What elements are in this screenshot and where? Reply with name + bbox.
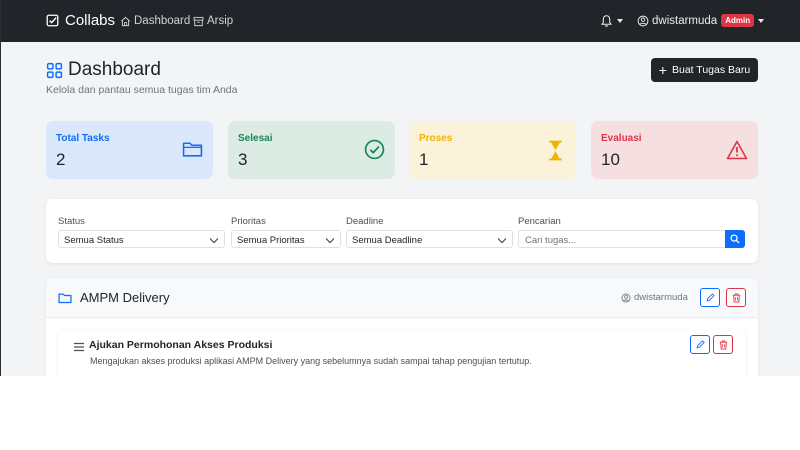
stat-label: Selesai (238, 133, 273, 144)
brand-name: Collabs (65, 12, 116, 29)
chevron-down-icon (209, 234, 219, 244)
nav-link-label: Arsip (207, 15, 234, 27)
page-title-text: Dashboard (68, 59, 161, 80)
trash-icon (732, 292, 740, 303)
stat-card-selesai: Selesai 3 (228, 121, 395, 179)
new-task-button-label: Buat Tugas Baru (671, 64, 751, 76)
pencil-icon (696, 340, 705, 349)
project-owner-name: dwistarmuda (634, 292, 688, 303)
stat-value: 10 (601, 150, 620, 169)
stat-value: 3 (238, 150, 248, 169)
delete-project-button[interactable] (726, 288, 746, 307)
page-subtitle: Kelola dan pantau semua tugas tim Anda (46, 84, 238, 96)
search-button[interactable] (725, 230, 745, 248)
folder-icon (58, 293, 72, 303)
nav-link-label: Dashboard (134, 15, 191, 27)
stat-card-total-tasks: Total Tasks 2 (46, 121, 213, 179)
delete-task-button[interactable] (713, 335, 733, 354)
search-filter-label: Pencarian (518, 216, 561, 227)
search-icon (730, 234, 740, 244)
status-filter-label: Status (58, 216, 85, 227)
check-circle-icon (364, 139, 385, 160)
user-circle-icon (637, 15, 649, 26)
user-menu[interactable]: dwistarmuda Admin (637, 14, 765, 27)
warning-icon (726, 140, 748, 160)
stat-card-evaluasi: Evaluasi 10 (591, 121, 758, 179)
user-name: dwistarmuda (652, 14, 718, 27)
drag-handle-icon[interactable] (74, 342, 84, 352)
stat-label: Evaluasi (601, 133, 642, 144)
user-circle-icon (621, 293, 631, 302)
new-task-button[interactable]: + Buat Tugas Baru (651, 58, 758, 82)
task-item[interactable]: Ajukan Permohonan Akses Produksi Mengaju… (58, 330, 746, 376)
deadline-filter-label: Deadline (346, 216, 384, 227)
chevron-down-icon (497, 234, 507, 244)
archive-icon (193, 16, 204, 26)
status-select[interactable]: Semua Status (58, 230, 225, 248)
deadline-select[interactable]: Semua Deadline (346, 230, 513, 248)
edit-task-button[interactable] (690, 335, 710, 354)
edit-project-button[interactable] (700, 288, 720, 307)
status-select-value: Semua Status (64, 235, 124, 246)
project-header: AMPM Delivery dwistarmuda (46, 278, 758, 318)
chevron-down-icon (325, 234, 335, 244)
task-title: Ajukan Permohonan Akses Produksi (89, 339, 273, 351)
task-description: Mengajukan akses produksi aplikasi AMPM … (90, 356, 532, 366)
priority-select-value: Semua Prioritas (237, 235, 305, 246)
grid-icon (46, 62, 63, 78)
top-navbar: Collabs Dashboard Arsip dwistarmuda Admi… (1, 0, 800, 42)
search-input[interactable]: Cari tugas... (518, 230, 725, 248)
nav-link-dashboard[interactable]: Dashboard (120, 15, 190, 27)
role-badge: Admin (721, 14, 755, 27)
nav-link-arsip[interactable]: Arsip (193, 15, 233, 27)
priority-filter-label: Prioritas (231, 216, 266, 227)
chevron-down-icon (758, 18, 765, 23)
notifications-dropdown[interactable] (600, 14, 623, 28)
stat-label: Total Tasks (56, 133, 110, 144)
filter-card: Status Semua Status Prioritas Semua Prio… (46, 199, 758, 263)
stat-card-proses: Proses 1 (409, 121, 576, 179)
stat-value: 1 (419, 150, 429, 169)
plus-icon: + (658, 62, 667, 78)
project-owner: dwistarmuda (621, 292, 688, 303)
app-viewport: Collabs Dashboard Arsip dwistarmuda Admi… (0, 0, 800, 376)
project-title: AMPM Delivery (58, 290, 170, 305)
hourglass-icon (549, 140, 562, 161)
chevron-down-icon (617, 19, 623, 23)
project-card: AMPM Delivery dwistarmuda Ajukan Permoho… (46, 278, 758, 376)
pencil-icon (706, 293, 715, 302)
stat-value: 2 (56, 150, 66, 169)
trash-icon (719, 339, 727, 350)
home-icon (121, 16, 130, 26)
brand-link[interactable]: Collabs (46, 12, 115, 29)
priority-select[interactable]: Semua Prioritas (231, 230, 341, 248)
deadline-select-value: Semua Deadline (352, 235, 423, 246)
page-title: Dashboard (46, 59, 161, 81)
check-square-icon (46, 14, 59, 27)
bell-icon (600, 15, 613, 27)
stat-label: Proses (419, 133, 453, 144)
search-placeholder: Cari tugas... (525, 235, 577, 246)
folder-icon (182, 142, 203, 157)
project-name: AMPM Delivery (80, 290, 170, 305)
